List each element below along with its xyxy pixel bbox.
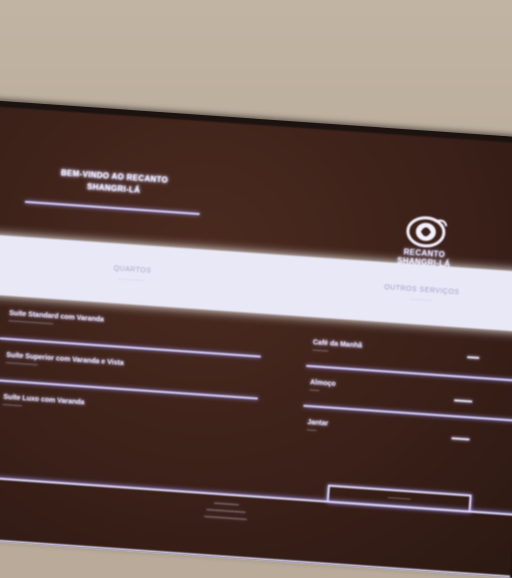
welcome-underline: [24, 200, 200, 216]
service-item: Café da Manhã ─────: [312, 339, 362, 356]
bottom-info-text-blur: ─────── ─────────── ────────────: [203, 500, 247, 524]
service-divider: [303, 404, 512, 423]
service-price-blur: ▬▬▬: [451, 435, 470, 443]
rooms-section-title: QUARTOS ——————: [67, 262, 198, 286]
shell-emblem-icon: [403, 213, 449, 250]
tv-display: BEM-VINDO AO RECANTO SHANGRI-LÁ RECANTO …: [0, 100, 512, 578]
service-price-blur: ▬▬: [467, 354, 480, 361]
service-divider: [306, 364, 512, 383]
service-details-blur: ───: [306, 427, 317, 433]
service-item: Jantar ───: [307, 419, 329, 434]
welcome-heading: BEM-VINDO AO RECANTO SHANGRI-LÁ: [26, 165, 202, 201]
digital-sign-screen: BEM-VINDO AO RECANTO SHANGRI-LÁ RECANTO …: [0, 106, 512, 578]
room-item: Suíte Standard com Varanda ─────────────…: [8, 310, 104, 331]
room-item: Suíte Superior com Varanda e Vista ─────…: [5, 352, 124, 374]
service-details-blur: ───: [309, 387, 320, 393]
service-item: Almoço ───: [309, 379, 336, 395]
service-price-blur: ▬▬▬: [453, 397, 473, 405]
room-item: Suíte Luxo com Varanda ──────: [3, 394, 85, 414]
services-section-title: OUTROS SERVIÇOS —————: [351, 282, 492, 307]
